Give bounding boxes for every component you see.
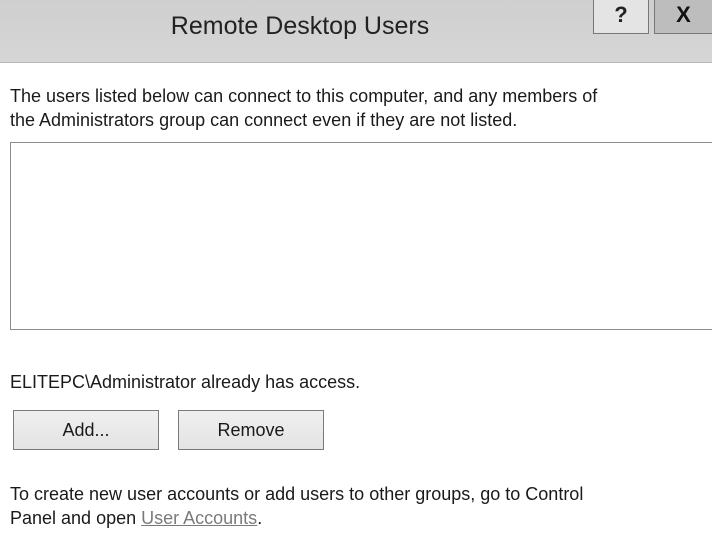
- footer-line-2-prefix: Panel and open: [10, 508, 142, 528]
- window-title: Remote Desktop Users: [170, 12, 430, 40]
- add-button[interactable]: Add...: [13, 410, 159, 450]
- footer-line-2-suffix: .: [257, 508, 263, 528]
- help-button[interactable]: ?: [593, 0, 649, 34]
- footer-text: To create new user accounts or add users…: [10, 482, 710, 530]
- intro-line-2: the Administrators group can connect eve…: [10, 110, 518, 130]
- intro-text: The users listed below can connect to th…: [10, 84, 710, 132]
- remove-button[interactable]: Remove: [178, 410, 324, 450]
- access-status-text: ELITEPC\Administrator already has access…: [10, 372, 361, 392]
- close-button[interactable]: X: [654, 0, 712, 34]
- intro-line-1: The users listed below can connect to th…: [10, 86, 598, 106]
- user-list[interactable]: [10, 142, 712, 330]
- title-bar: Remote Desktop Users ? X: [0, 0, 712, 63]
- user-accounts-link[interactable]: User Accounts: [141, 508, 257, 528]
- footer-line-1: To create new user accounts or add users…: [10, 484, 584, 504]
- footer-line-2: Panel and open User Accounts.: [10, 506, 710, 530]
